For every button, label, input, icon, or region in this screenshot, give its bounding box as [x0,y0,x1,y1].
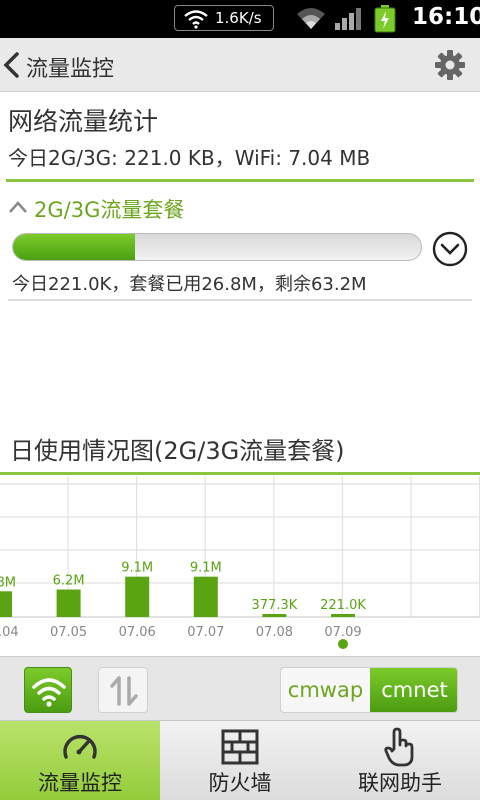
chart-data-label: 5.8M [0,575,16,590]
caret-up-icon [9,201,27,213]
daily-usage-chart[interactable]: 5.8M 07.04 6.2M 07.05 9.1M 07.06 9.1M 07.07 377.… [0,476,480,656]
control-row: cmwap cmnet [0,656,480,720]
chart-tick-label: 07.09 [324,625,361,640]
chart-title: 日使用情况图(2G/3G流量套餐) [10,437,345,465]
wifi-icon [297,8,325,29]
chart-bar [0,591,12,617]
divider [6,179,474,182]
plan-detail-text: 今日221.0K，套餐已用26.8M，剩余63.2M [12,274,367,295]
chart-data-label: 9.1M [190,561,222,576]
clock: 16:10 [412,4,480,30]
chart-bar [193,576,218,617]
chart-tick-label: 07.05 [50,625,87,640]
plan-title: 2G/3G流量套餐 [34,198,185,222]
plan-usage-progress-fill [13,234,136,260]
tab-label: 防火墙 [208,771,272,795]
chart-tick-label: 07.07 [187,625,224,640]
back-button[interactable]: 流量监控 [0,38,130,92]
page-title: 流量监控 [26,57,115,82]
speedometer-icon [63,734,97,759]
apn-option-cmnet[interactable]: cmnet [370,668,457,712]
tab-network-assistant[interactable]: 联网助手 [320,721,480,800]
title-bar: 流量监控 [0,38,480,92]
chart-data-label: 9.1M [121,561,153,576]
chart-bar [56,589,81,617]
bottom-tab-bar: 流量监控 防火墙 联网助手 [0,720,480,800]
stats-section-title: 网络流量统计 [8,107,159,136]
chart-data-label: 6.2M [53,574,85,589]
tab-firewall[interactable]: 防火墙 [160,721,320,800]
chart-bar [125,576,150,617]
chart-tick-label: 07.08 [256,625,293,640]
signal-icon [335,8,361,30]
brick-wall-icon [221,729,259,765]
apn-option-cmwap[interactable]: cmwap [281,668,370,712]
status-bar: 1.6K/s 16:10 [0,0,480,38]
network-speed-text: 1.6K/s [215,9,262,27]
chart-bar [262,614,287,617]
chart-data-label: 221.0K [320,598,366,613]
gear-icon [435,50,465,80]
chart-tick-label: 07.06 [119,625,156,640]
back-chevron-icon [3,52,19,78]
chart-tick-label: 07.04 [0,625,19,640]
network-speed-indicator: 1.6K/s [174,5,274,31]
divider [0,472,480,475]
chart-selected-dot [338,639,348,649]
settings-button[interactable] [430,47,470,83]
tab-label: 联网助手 [358,771,442,795]
tab-label: 流量监控 [38,771,122,795]
mobile-data-toggle-button[interactable] [98,667,148,713]
plan-usage-progress-bar [12,233,422,261]
battery-icon [374,5,396,33]
chart-data-label: 377.3K [252,598,298,613]
chevron-down-circle-icon [432,231,468,267]
divider [8,299,472,301]
daily-usage-chart-svg: 5.8M 07.04 6.2M 07.05 9.1M 07.06 9.1M 07.07 377.… [0,476,480,649]
apn-selector: cmwap cmnet [280,667,458,713]
wifi-icon [184,10,208,29]
wifi-toggle-button[interactable] [24,667,72,713]
wifi-icon [32,678,66,707]
chart-bar [331,614,355,617]
expand-plan-button[interactable] [432,231,468,267]
pointing-hand-icon [384,727,414,767]
tab-traffic-monitor[interactable]: 流量监控 [0,721,160,800]
today-usage-text: 今日2G/3G: 221.0 KB，WiFi: 7.04 MB [8,146,371,170]
up-down-arrows-icon [110,676,138,706]
